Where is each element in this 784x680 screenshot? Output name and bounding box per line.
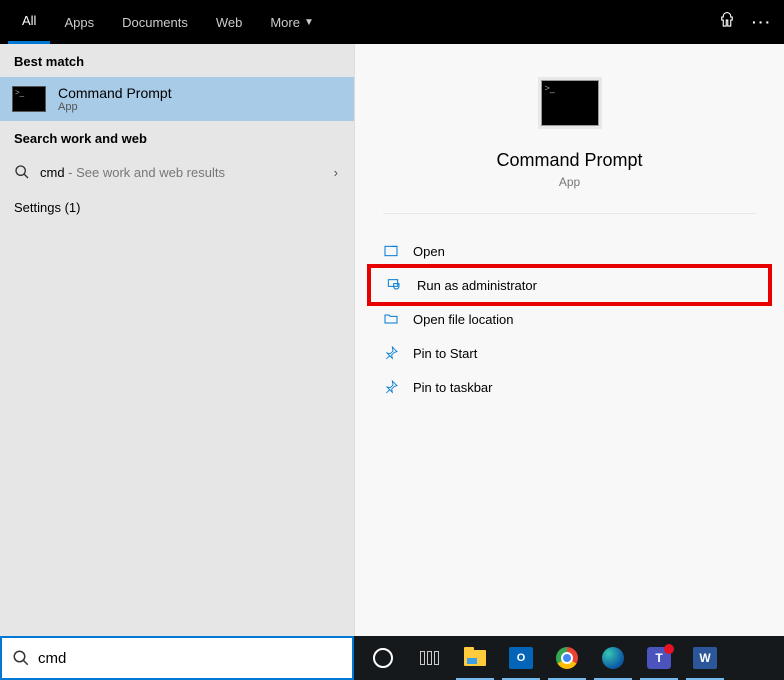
chevron-down-icon: ▼: [304, 17, 314, 28]
chrome-icon: [556, 647, 578, 669]
admin-shield-icon: [387, 277, 403, 293]
tab-web[interactable]: Web: [202, 0, 257, 44]
open-icon: [383, 243, 399, 259]
taskbar-edge[interactable]: [590, 636, 636, 680]
best-match-heading: Best match: [0, 44, 354, 77]
tab-apps[interactable]: Apps: [50, 0, 108, 44]
command-prompt-icon: [12, 86, 46, 112]
pin-icon: [383, 345, 399, 361]
task-view-icon: [417, 646, 441, 670]
action-open-file-location[interactable]: Open file location: [367, 302, 772, 336]
more-options-icon[interactable]: ···: [752, 14, 772, 30]
outlook-icon: O: [509, 647, 533, 669]
preview-subtitle: App: [383, 175, 756, 189]
command-prompt-icon: [541, 80, 599, 126]
search-web-heading: Search work and web: [0, 121, 354, 154]
action-pin-to-start[interactable]: Pin to Start: [367, 336, 772, 370]
taskbar-outlook[interactable]: O: [498, 636, 544, 680]
results-panel: Best match Command Prompt App Search wor…: [0, 44, 354, 636]
task-view-button[interactable]: [406, 636, 452, 680]
action-run-as-administrator[interactable]: Run as administrator: [367, 264, 772, 306]
search-icon: [14, 164, 30, 180]
search-web-query: cmd: [40, 165, 65, 180]
tab-all[interactable]: All: [8, 0, 50, 44]
best-match-title: Command Prompt: [58, 85, 172, 101]
search-input[interactable]: [38, 650, 342, 667]
file-explorer-icon: [464, 650, 486, 666]
taskbar-word[interactable]: W: [682, 636, 728, 680]
action-open[interactable]: Open: [367, 234, 772, 268]
edge-icon: [602, 647, 624, 669]
search-web-result[interactable]: cmd - See work and web results ›: [0, 154, 354, 190]
cortana-icon: [373, 648, 393, 668]
taskbar-chrome[interactable]: [544, 636, 590, 680]
settings-group[interactable]: Settings (1): [0, 190, 354, 225]
preview-panel: Command Prompt App Open Run as administr…: [354, 44, 784, 636]
taskbar-file-explorer[interactable]: [452, 636, 498, 680]
teams-icon: T: [647, 647, 671, 669]
search-web-hint: - See work and web results: [65, 165, 225, 180]
taskbar-teams[interactable]: T: [636, 636, 682, 680]
best-match-subtitle: App: [58, 101, 172, 113]
search-icon: [12, 649, 30, 667]
action-pin-to-taskbar[interactable]: Pin to taskbar: [367, 370, 772, 404]
tab-more[interactable]: More▼: [256, 0, 328, 44]
pin-icon: [383, 379, 399, 395]
folder-icon: [383, 311, 399, 327]
preview-title: Command Prompt: [383, 150, 756, 171]
chevron-right-icon: ›: [334, 165, 338, 180]
search-box[interactable]: [0, 636, 354, 680]
taskbar: O T W: [354, 636, 784, 680]
word-icon: W: [693, 647, 717, 669]
tab-documents[interactable]: Documents: [108, 0, 202, 44]
best-match-result[interactable]: Command Prompt App: [0, 77, 354, 121]
search-scope-tabs: All Apps Documents Web More▼ ···: [0, 0, 784, 44]
cortana-button[interactable]: [360, 636, 406, 680]
feedback-icon[interactable]: [718, 11, 736, 34]
